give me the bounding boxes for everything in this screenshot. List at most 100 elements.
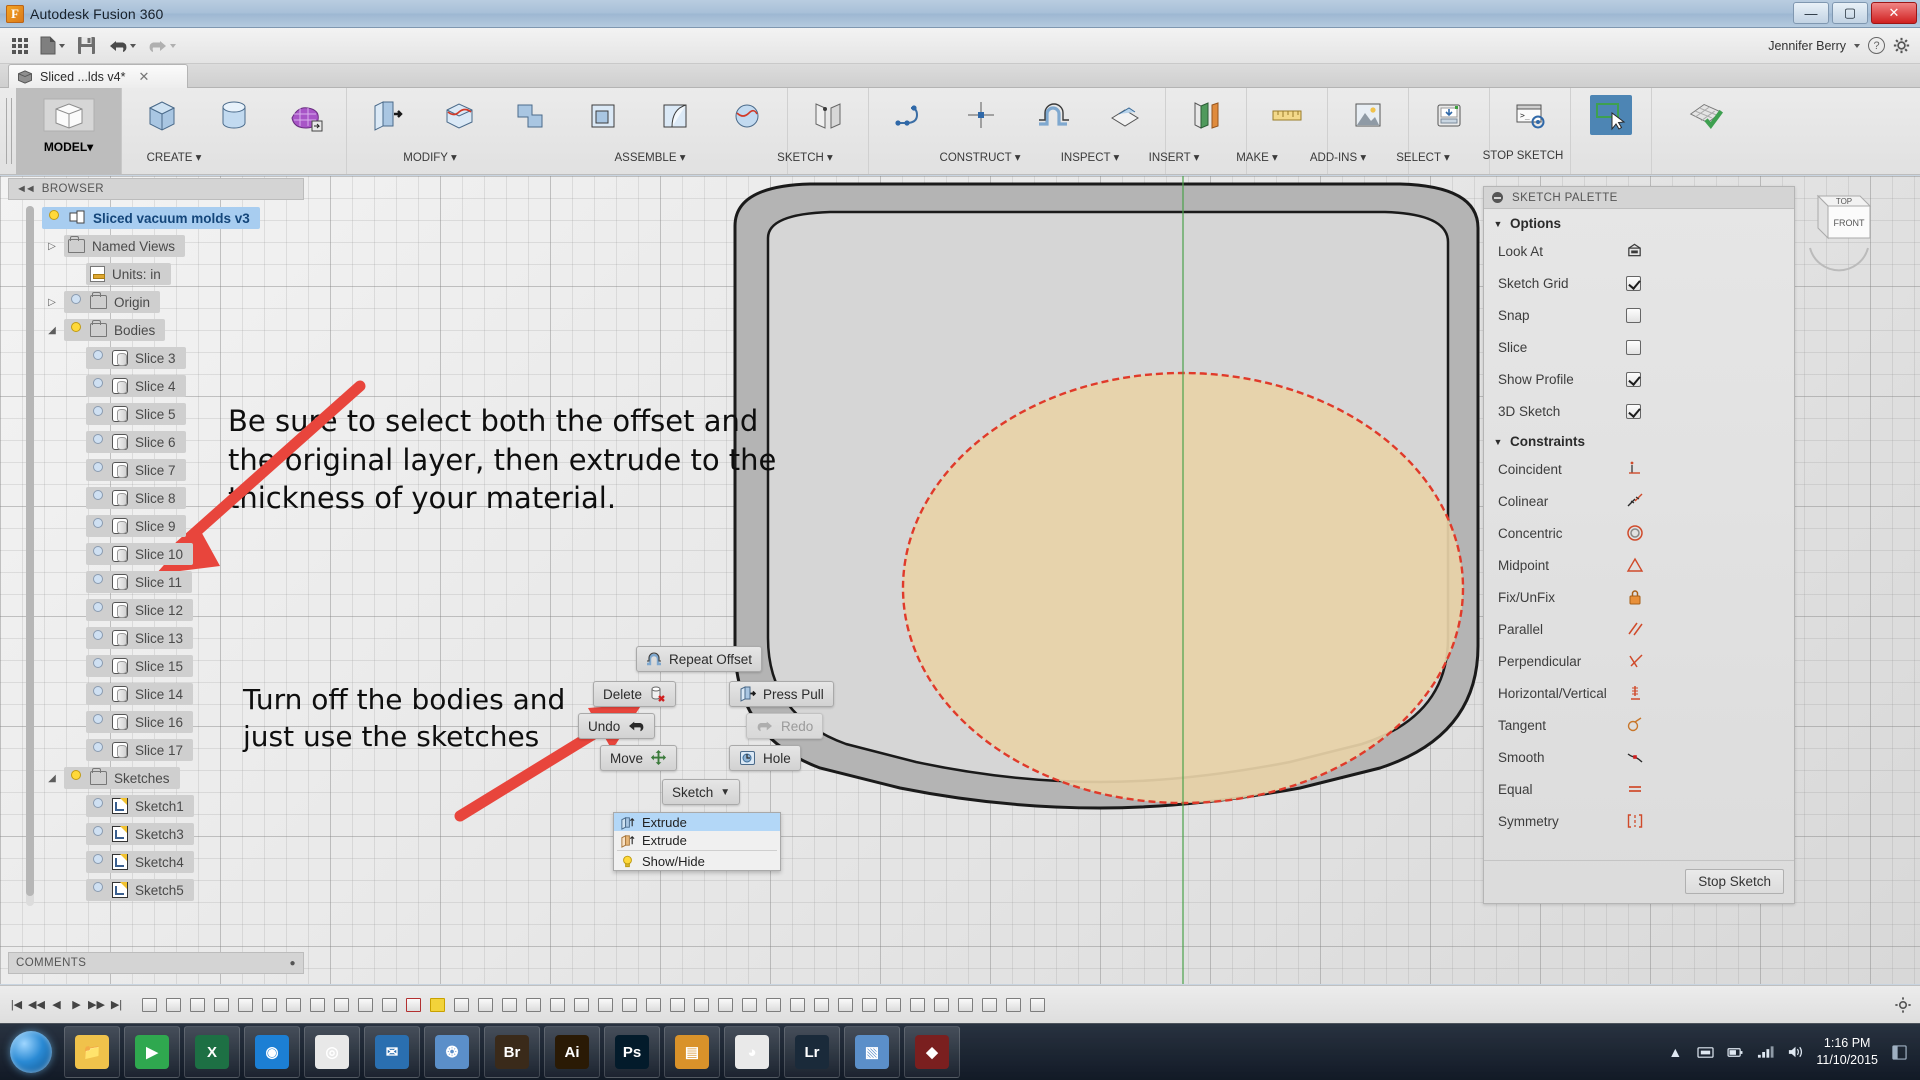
expand-collapse-icon[interactable]: ◢ [46, 773, 58, 784]
visibility-bulb-icon[interactable] [90, 462, 105, 479]
taskbar-lightroom-icon[interactable]: Lr [784, 1026, 840, 1078]
apps-grid-button[interactable] [8, 32, 32, 60]
taskbar-illustrator-icon[interactable]: Ai [544, 1026, 600, 1078]
checkbox-3d-sketch[interactable] [1626, 404, 1641, 419]
expand-collapse-icon[interactable]: ▷ [46, 297, 58, 308]
network-icon[interactable] [1696, 1043, 1714, 1061]
ribbon-group-label-create[interactable] [126, 88, 198, 95]
close-button[interactable]: ✕ [1871, 2, 1917, 24]
timeline-feature-node[interactable] [378, 994, 400, 1016]
timeline-feature-node[interactable] [498, 994, 520, 1016]
taskbar-chrome-icon[interactable]: ◎ [304, 1026, 360, 1078]
timeline-feature-node[interactable] [954, 994, 976, 1016]
visibility-bulb-icon[interactable] [90, 350, 105, 367]
timeline-feature-node[interactable] [162, 994, 184, 1016]
timeline-feature-node[interactable] [138, 994, 160, 1016]
document-tab[interactable]: Sliced ...lds v4* ✕ [8, 64, 188, 88]
help-icon[interactable]: ? [1868, 37, 1885, 54]
timeline-feature-node[interactable] [690, 994, 712, 1016]
visibility-bulb-icon[interactable] [90, 434, 105, 451]
palette-option-row[interactable]: Sketch Grid [1484, 267, 1794, 299]
taskbar-bluetooth-icon[interactable]: ❂ [424, 1026, 480, 1078]
timeline-track[interactable] [138, 994, 1048, 1016]
palette-constraint-row[interactable]: Concentric [1484, 517, 1794, 549]
close-icon[interactable]: ✕ [138, 69, 149, 85]
constraints-section-header[interactable]: ▼ Constraints [1484, 427, 1794, 453]
visibility-bulb-icon[interactable] [68, 294, 83, 311]
browser-tree-item[interactable]: Slice 6 [8, 428, 304, 456]
visibility-bulb-icon[interactable] [90, 518, 105, 535]
palette-option-row[interactable]: Snap [1484, 299, 1794, 331]
timeline-feature-node[interactable] [882, 994, 904, 1016]
horizontal-vertical-icon[interactable] [1626, 684, 1644, 702]
timeline-control-button[interactable]: ▶▶ [88, 992, 105, 1018]
timeline-feature-node[interactable] [858, 994, 880, 1016]
timeline-feature-node[interactable] [282, 994, 304, 1016]
browser-tree-item[interactable]: ▷Named Views [8, 232, 304, 260]
redo-button[interactable] [144, 32, 180, 60]
taskbar-photos-icon[interactable]: ▧ [844, 1026, 900, 1078]
symmetry-icon[interactable] [1626, 812, 1644, 830]
visibility-bulb-icon[interactable] [90, 742, 105, 759]
collapse-icon[interactable]: ◄◄ [16, 183, 34, 195]
checkbox-show-profile[interactable] [1626, 372, 1641, 387]
palette-constraint-row[interactable]: Perpendicular [1484, 645, 1794, 677]
timeline-feature-node[interactable] [210, 994, 232, 1016]
user-name[interactable]: Jennifer Berry [1768, 39, 1846, 53]
palette-constraint-row[interactable]: Smooth [1484, 741, 1794, 773]
timeline-feature-node[interactable] [354, 994, 376, 1016]
taskbar-bridge-icon[interactable]: Br [484, 1026, 540, 1078]
options-section-header[interactable]: ▼ Options [1484, 209, 1794, 235]
timeline-feature-node[interactable] [546, 994, 568, 1016]
visibility-bulb-icon[interactable] [90, 630, 105, 647]
taskbar-spreadsheet-icon[interactable]: ▤ [664, 1026, 720, 1078]
view-cube[interactable]: TOP FRONT [1796, 188, 1882, 272]
timeline-feature-node[interactable] [834, 994, 856, 1016]
ribbon-item-split-face[interactable] [423, 88, 495, 174]
clock[interactable]: 1:16 PM 11/10/2015 [1816, 1035, 1878, 1069]
timeline-feature-node[interactable] [186, 994, 208, 1016]
visibility-bulb-icon[interactable] [90, 546, 105, 563]
ribbon-item-spline[interactable] [873, 88, 945, 174]
timeline-control-button[interactable]: |◀ [8, 992, 25, 1018]
visibility-bulb-icon[interactable] [90, 574, 105, 591]
timeline-feature-node[interactable] [930, 994, 952, 1016]
timeline-settings-icon[interactable] [1894, 996, 1912, 1014]
ribbon-item-select[interactable] [1575, 88, 1647, 174]
palette-constraint-row[interactable]: Horizontal/Vertical [1484, 677, 1794, 709]
gear-icon[interactable] [1893, 37, 1910, 54]
palette-constraint-row[interactable]: Midpoint [1484, 549, 1794, 581]
action-center-icon[interactable] [1890, 1043, 1908, 1061]
ribbon-item-construction-plane[interactable] [1170, 88, 1242, 174]
expand-collapse-icon[interactable]: ▷ [46, 241, 58, 252]
browser-tree-item[interactable]: Units: in [8, 260, 304, 288]
ribbon-item-scripts-addins[interactable]: >_ [1494, 88, 1566, 174]
minimize-button[interactable]: — [1793, 2, 1829, 24]
timeline-feature-node[interactable] [594, 994, 616, 1016]
ribbon-item-3d-print[interactable] [1413, 88, 1485, 174]
smooth-icon[interactable] [1626, 748, 1644, 766]
browser-tree-item[interactable]: Slice 15 [8, 652, 304, 680]
timeline-control-button[interactable]: ▶ [68, 992, 85, 1018]
taskbar-media-player-icon[interactable]: ▶ [124, 1026, 180, 1078]
maximize-button[interactable]: ▢ [1832, 2, 1868, 24]
save-button[interactable] [73, 32, 100, 60]
palette-constraint-row[interactable]: Symmetry [1484, 805, 1794, 837]
comments-expand-icon[interactable]: ● [290, 958, 296, 969]
timeline-control-button[interactable]: ◀◀ [28, 992, 45, 1018]
chevron-down-icon[interactable] [1854, 44, 1860, 48]
browser-tree-item[interactable]: Sketch1 [8, 792, 304, 820]
timeline-feature-node[interactable] [978, 994, 1000, 1016]
timeline-feature-node[interactable] [714, 994, 736, 1016]
timeline-feature-node[interactable] [810, 994, 832, 1016]
browser-tree-item[interactable]: Slice 16 [8, 708, 304, 736]
timeline-feature-node[interactable] [330, 994, 352, 1016]
palette-constraint-row[interactable]: Fix/UnFix [1484, 581, 1794, 613]
volume-icon[interactable] [1786, 1043, 1804, 1061]
timeline-feature-node[interactable] [1002, 994, 1024, 1016]
perpendicular-icon[interactable] [1626, 652, 1644, 670]
checkbox-slice[interactable] [1626, 340, 1641, 355]
ribbon-item-new-component[interactable] [126, 88, 198, 174]
palette-option-row[interactable]: Slice [1484, 331, 1794, 363]
comments-panel-header[interactable]: COMMENTS ● [8, 952, 304, 974]
